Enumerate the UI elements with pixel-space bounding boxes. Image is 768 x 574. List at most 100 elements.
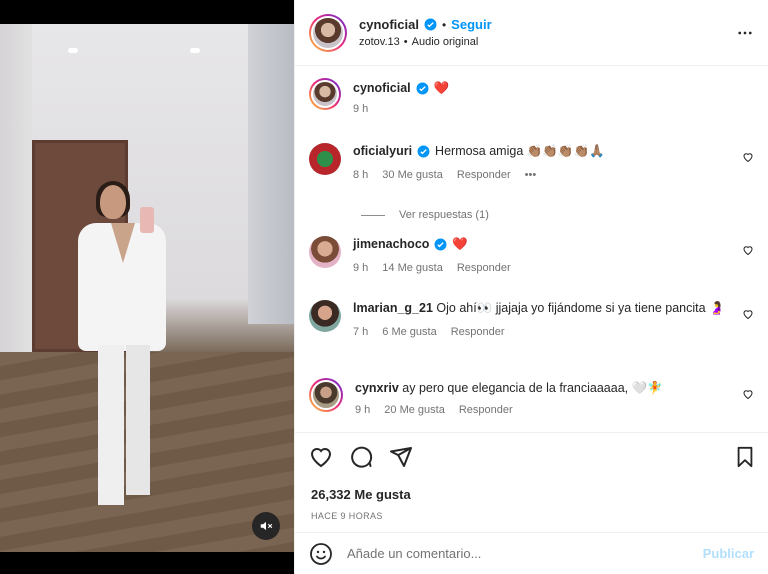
comment-composer: Añade un comentario... Publicar xyxy=(295,532,768,574)
wall-right xyxy=(248,24,294,324)
comment-likes[interactable]: 6 Me gusta xyxy=(382,326,436,338)
author-username[interactable]: cynoficial xyxy=(359,17,419,32)
caption-time: 9 h xyxy=(353,103,369,115)
commenter-avatar[interactable] xyxy=(309,378,343,412)
view-replies-label[interactable]: Ver respuestas (1) xyxy=(399,209,489,221)
audio-user[interactable]: zotov.13 xyxy=(359,36,400,48)
comment-text: ❤️ xyxy=(452,237,468,251)
comment-username[interactable]: jimenachoco xyxy=(353,236,429,253)
ceiling-light xyxy=(68,48,78,53)
person-phone xyxy=(140,207,154,233)
like-comment-icon[interactable] xyxy=(742,151,754,163)
author-avatar[interactable] xyxy=(309,13,347,52)
audio-separator: • xyxy=(403,36,408,48)
publish-button[interactable]: Publicar xyxy=(703,546,754,561)
avatar-image xyxy=(309,236,341,268)
audio-row: zotov.13 • Audio original xyxy=(359,36,492,48)
like-comment-icon[interactable] xyxy=(742,308,754,320)
verified-badge-icon xyxy=(416,82,429,95)
caption-emoji: ❤️ xyxy=(433,81,450,95)
comment-text-row: jimenachoco ❤️ xyxy=(353,236,754,253)
avatar-image xyxy=(311,380,341,410)
comment-text-row: cynxriv ay pero que elegancia de la fran… xyxy=(355,380,754,397)
post-panel: cynoficial • Seguir zotov.13 • Audio ori… xyxy=(294,0,768,574)
avatar-image xyxy=(309,143,341,175)
bookmark-icon[interactable] xyxy=(734,445,756,469)
verified-badge-icon xyxy=(434,238,447,251)
comment-text-row: lmarian_g_21 Ojo ahí👀 jjajaja yo fijándo… xyxy=(353,300,754,317)
replies-line xyxy=(361,214,385,216)
share-paper-plane-icon[interactable] xyxy=(389,445,413,469)
comment-meta: 9 h 20 Me gusta Responder xyxy=(355,404,754,416)
comment-meta: 8 h 30 Me gusta Responder ••• xyxy=(353,169,754,181)
reply-button[interactable]: Responder xyxy=(457,169,511,181)
comment-username[interactable]: oficialyuri xyxy=(353,143,412,160)
audio-label[interactable]: Audio original xyxy=(412,36,479,48)
avatar-image xyxy=(309,300,341,332)
caption-avatar[interactable] xyxy=(309,78,341,110)
caption-username[interactable]: cynoficial xyxy=(353,80,411,97)
person-figure xyxy=(78,181,168,535)
commenter-avatar[interactable] xyxy=(309,236,341,268)
post-actions: 26,332 Me gusta HACE 9 HORAS Añade un co… xyxy=(295,432,768,574)
reply-button[interactable]: Responder xyxy=(459,404,513,416)
person-neckline xyxy=(111,223,135,263)
reply-button[interactable]: Responder xyxy=(451,326,505,338)
avatar-image xyxy=(311,15,345,50)
wall-left xyxy=(0,24,32,354)
post-header: cynoficial • Seguir zotov.13 • Audio ori… xyxy=(295,0,768,66)
comment-body: lmarian_g_21 Ojo ahí👀 jjajaja yo fijándo… xyxy=(353,300,754,338)
comment-time: 9 h xyxy=(355,404,371,416)
comment-meta: 9 h 14 Me gusta Responder xyxy=(353,262,754,274)
follow-button[interactable]: Seguir xyxy=(451,17,491,32)
person-head xyxy=(100,185,126,219)
comment-item: cynxriv ay pero que elegancia de la fran… xyxy=(309,378,754,416)
caption-body: cynoficial ❤️ 9 h xyxy=(353,78,754,115)
comment-likes[interactable]: 30 Me gusta xyxy=(382,169,443,181)
comment-body: jimenachoco ❤️ 9 h 14 Me gusta Responder xyxy=(353,236,754,274)
person-leg xyxy=(98,345,124,505)
like-comment-icon[interactable] xyxy=(742,244,754,256)
comment-item: oficialyuri Hermosa amiga 👏🏽👏🏽👏🏽👏🏽🙏🏽 8 h… xyxy=(309,143,754,181)
commenter-avatar[interactable] xyxy=(309,143,341,175)
caption: cynoficial ❤️ 9 h xyxy=(309,78,754,115)
avatar-image xyxy=(311,80,339,108)
mute-button[interactable] xyxy=(252,512,280,540)
comment-body: cynxriv ay pero que elegancia de la fran… xyxy=(355,378,754,416)
action-icons xyxy=(309,445,413,469)
comment-text-row: oficialyuri Hermosa amiga 👏🏽👏🏽👏🏽👏🏽🙏🏽 xyxy=(353,143,754,160)
comment-username[interactable]: lmarian_g_21 xyxy=(353,301,433,315)
person-leg xyxy=(126,345,150,495)
comments-list: cynoficial ❤️ 9 h oficialyuri Hermosa am… xyxy=(295,66,768,432)
more-options-icon[interactable] xyxy=(736,24,754,42)
caption-text: cynoficial ❤️ xyxy=(353,80,754,97)
speaker-muted-icon xyxy=(260,521,273,531)
comment-body: oficialyuri Hermosa amiga 👏🏽👏🏽👏🏽👏🏽🙏🏽 8 h… xyxy=(353,143,754,181)
reply-button[interactable]: Responder xyxy=(457,262,511,274)
comment-meta: 7 h 6 Me gusta Responder xyxy=(353,326,754,338)
like-comment-icon[interactable] xyxy=(742,388,754,400)
emoji-smiley-icon[interactable] xyxy=(309,542,333,566)
comment-time: 8 h xyxy=(353,169,369,181)
ceiling-light xyxy=(190,48,200,53)
post-media[interactable] xyxy=(0,0,294,574)
view-replies[interactable]: Ver respuestas (1) xyxy=(361,209,489,221)
comment-bubble-icon[interactable] xyxy=(349,445,373,469)
comment-likes[interactable]: 20 Me gusta xyxy=(384,404,445,416)
comment-more-button[interactable]: ••• xyxy=(525,169,537,181)
caption-meta: 9 h xyxy=(353,103,754,115)
comment-likes[interactable]: 14 Me gusta xyxy=(382,262,443,274)
commenter-avatar[interactable] xyxy=(309,300,341,332)
comment-text: Ojo ahí👀 jjajaja yo fijándome si ya tien… xyxy=(436,301,725,315)
header-title-row: cynoficial • Seguir xyxy=(359,17,492,32)
comment-time: 7 h xyxy=(353,326,369,338)
post-time-ago: HACE 9 HORAS xyxy=(311,511,383,521)
comment-item: jimenachoco ❤️ 9 h 14 Me gusta Responder xyxy=(309,236,754,274)
comment-input[interactable]: Añade un comentario... xyxy=(347,546,703,561)
separator: • xyxy=(441,17,447,32)
verified-badge-icon xyxy=(424,18,437,31)
verified-badge-icon xyxy=(417,145,430,158)
likes-count[interactable]: 26,332 Me gusta xyxy=(311,487,411,502)
like-heart-icon[interactable] xyxy=(309,445,333,469)
comment-username[interactable]: cynxriv xyxy=(355,381,399,395)
